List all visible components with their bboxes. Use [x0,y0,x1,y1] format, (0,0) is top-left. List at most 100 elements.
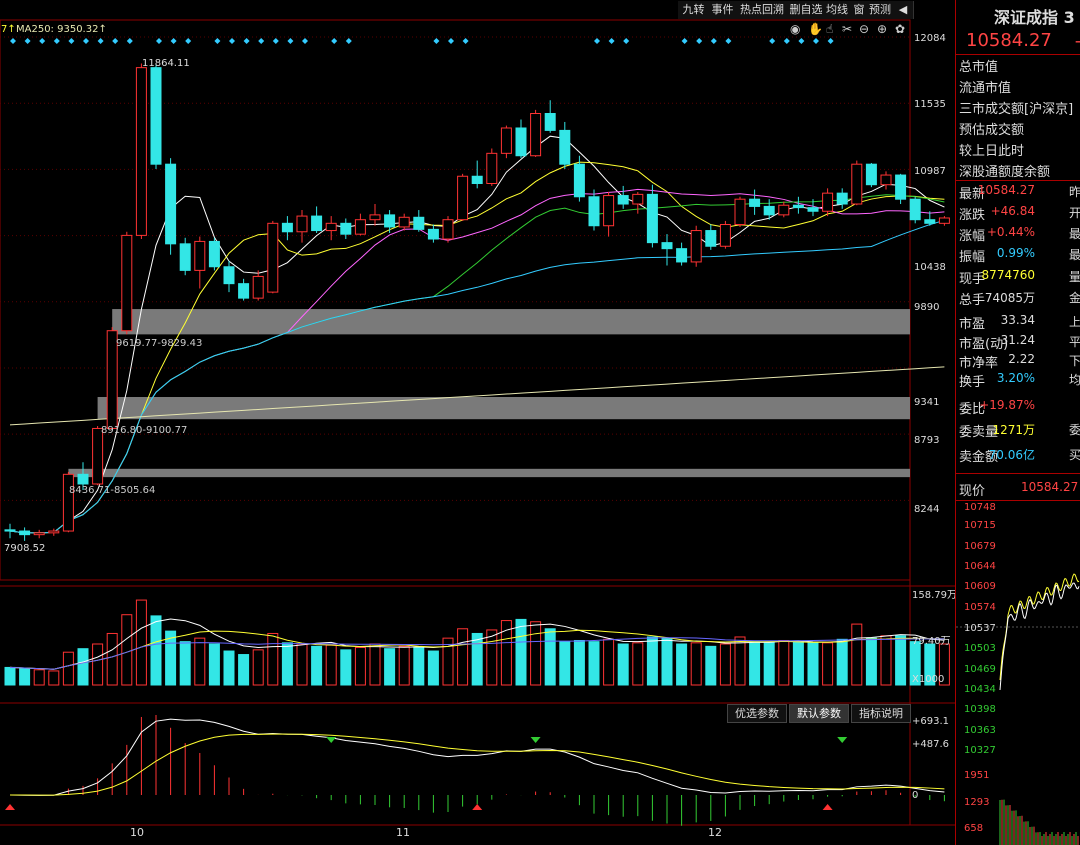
market-menu-item[interactable]: 三市成交额[沪深京] [959,98,1073,117]
svg-text:+693.1: +693.1 [912,716,949,727]
macd-up-arrow [472,804,483,810]
quote-label: 涨跌 [959,208,986,223]
optimized-params-button[interactable]: 优选参数 [727,704,787,723]
macd-dea-line [9,733,945,796]
volume-bar [311,645,323,686]
quote-row: 委比 +19.87% [959,398,1080,418]
volume-bar [573,639,585,686]
candle-body [427,228,439,240]
signal-diamond [112,38,119,44]
svg-text:10438: 10438 [914,262,946,273]
svg-text:11535: 11535 [914,99,946,110]
volume-bar [354,647,366,686]
hotspot-replay-button[interactable]: 热点回溯 [736,1,789,19]
quote-label2: 下 [1069,354,1080,368]
signal-diamond [681,38,688,44]
signal-diamond [345,38,352,44]
volume-bar [880,635,892,686]
signal-diamond [769,38,776,44]
intraday-axis-label: 10469 [964,664,996,675]
intraday-axis-label: 10609 [964,581,996,592]
quote-value: 74085万 [984,291,1035,305]
candle-body [384,214,396,228]
candle-body [836,192,848,205]
candle-body [719,224,731,247]
intraday-axis-label: 10574 [964,602,996,613]
default-params-button[interactable]: 默认参数 [789,704,849,723]
volume-bar [77,648,89,686]
market-menu-item[interactable]: 预估成交额 [959,119,1024,138]
intraday-axis-label: 10644 [964,561,996,572]
zoom-in-icon[interactable]: ⊕ [877,22,887,36]
settings-icon[interactable]: ✿ [895,22,905,36]
quote-label: 市净率 [959,356,999,371]
quote-row: 总手 74085万 金 [959,289,1080,309]
volume-bar [749,641,761,686]
volume-bar [296,643,308,686]
eye-icon[interactable]: ◉ [790,22,800,36]
volume-bar [646,636,658,686]
hand-icon[interactable]: ✋ [808,22,823,36]
signal-diamond [710,38,717,44]
quote-row: 最新 10584.27 昨 [959,183,1080,203]
quote-label: 总手 [959,293,986,308]
low-annotation: 7908.52 [4,543,45,554]
candle-body [515,127,527,157]
candle-body [778,204,790,216]
event-button[interactable]: 事件 [707,1,739,19]
volume-bar [719,643,731,686]
quote-row: 涨跌 +46.84 开 [959,204,1080,224]
market-menu-item[interactable]: 流通市值 [959,77,1011,96]
svg-text:9890: 9890 [914,302,939,313]
volume-bar [33,669,45,686]
intraday-axis-label: 1951 [964,770,989,781]
market-menu-item[interactable]: 较上日此时 [959,140,1024,159]
quote-panel: 深证成指 3 10584.27 + 总市值流通市值三市成交额[沪深京] 预估成交额… [955,0,1080,845]
volume-bar [515,618,527,686]
volume-bar [121,614,133,686]
quote-value: +0.44% [986,225,1035,239]
macd-down-arrow [837,737,848,743]
signal-diamond [783,38,790,44]
hand2-icon[interactable]: ☝ [826,22,833,36]
market-menu-item[interactable]: 总市值 [959,56,998,75]
intraday-axis-label: 10679 [964,541,996,552]
intraday-chart[interactable]: 10748 10715 10679 10644 10609 10574 10537 10503… [956,500,1080,845]
candle-body [938,217,950,224]
indicator-desc-button[interactable]: 指标说明 [851,704,911,723]
cut-icon[interactable]: ✂ [842,22,852,36]
remove-watchlist-button[interactable]: 删自选 [786,1,827,19]
intraday-axis-label: 10398 [964,704,996,715]
chart-tools[interactable]: ◉ ✋ ☝ ✂ ⊖ ⊕ ✿ [790,22,905,36]
candle-body [690,230,702,263]
signal-diamond [725,38,732,44]
date-axis: 10 11 12 [130,826,722,839]
quote-label2: 昨 [1069,185,1080,199]
intraday-avg-line [999,582,1080,691]
candle-body [179,243,191,271]
ma-button[interactable]: 均线 [823,1,852,19]
minus-icon[interactable]: ⊖ [859,22,869,36]
quote-label2: 最 [1069,248,1080,262]
volume-bar [106,632,118,686]
candle-body [763,205,775,216]
volume-bar [690,642,702,686]
candle-body [895,174,907,200]
quote-label: 振幅 [959,250,986,265]
jiuzhuan-button[interactable]: 九转 [678,1,710,19]
signal-diamond [594,38,600,44]
signal-diamond [229,38,235,44]
collapse-icon[interactable]: ◀ [893,1,914,19]
quote-label2: 均 [1069,373,1080,387]
signal-diamond [24,38,31,44]
candle-body [632,193,644,205]
predict-button[interactable]: 预测 [866,1,895,19]
candle-body [676,248,688,263]
candle-body [851,163,863,205]
market-menu-item[interactable]: 深股通额度余额 [959,161,1050,180]
svg-text:9341: 9341 [914,397,939,408]
signal-diamond [448,38,454,44]
candle-body [924,219,936,224]
candle-body [340,222,352,235]
volume-bar [413,647,425,686]
